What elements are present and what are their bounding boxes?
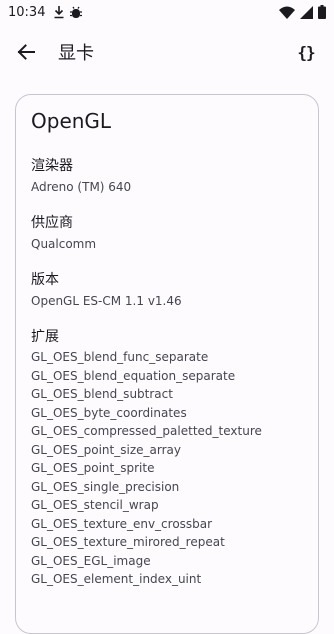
wifi-icon xyxy=(279,6,295,19)
version-section: 版本 OpenGL ES-CM 1.1 v1.46 xyxy=(31,269,303,308)
renderer-value: Adreno (TM) 640 xyxy=(31,180,132,194)
card-title: OpenGL xyxy=(31,109,112,133)
vendor-label: 供应商 xyxy=(31,215,73,231)
extension-item: GL_OES_point_size_array xyxy=(31,442,181,457)
top-app-bar: 显卡 {} xyxy=(0,24,334,80)
usb-debug-icon xyxy=(70,6,83,18)
extension-item: GL_OES_single_precision xyxy=(31,479,180,494)
extension-item: GL_OES_compressed_paletted_texture xyxy=(31,424,262,438)
extension-item: GL_OES_byte_coordinates xyxy=(31,405,187,420)
extension-item: GL_OES_blend_equation_separate xyxy=(31,368,236,383)
extensions-list: GL_OES_blend_func_separate GL_OES_blend_e… xyxy=(31,348,303,589)
extensions-label: 扩展 xyxy=(31,329,59,345)
arrow-back-icon xyxy=(17,44,35,60)
extension-item: GL_OES_stencil_wrap xyxy=(31,498,159,512)
status-left-icons xyxy=(53,5,83,19)
renderer-section: 渲染器 Adreno (TM) 640 xyxy=(31,155,303,194)
signal-icon xyxy=(300,5,313,19)
status-right-icons xyxy=(279,5,326,19)
opengl-card: OpenGL 渲染器 Adreno (TM) 640 供应商 Qualcomm … xyxy=(15,94,319,634)
vendor-value: Qualcomm xyxy=(31,237,97,251)
status-bar: 10:34 xyxy=(0,0,334,24)
version-value: OpenGL ES-CM 1.1 v1.46 xyxy=(31,294,182,308)
extension-item: GL_OES_texture_mirored_repeat xyxy=(31,535,225,549)
extension-item: GL_OES_element_index_uint xyxy=(31,572,202,586)
extension-item: GL_OES_point_sprite xyxy=(31,461,155,475)
extension-item: GL_OES_blend_subtract xyxy=(31,387,173,401)
json-braces-icon: {} xyxy=(297,42,315,62)
back-button[interactable] xyxy=(2,28,50,76)
extension-item: GL_OES_texture_env_crossbar xyxy=(31,516,213,531)
vendor-section: 供应商 Qualcomm xyxy=(31,212,303,251)
version-label: 版本 xyxy=(31,272,59,288)
page-title: 显卡 xyxy=(58,43,94,64)
renderer-label: 渲染器 xyxy=(31,158,73,174)
battery-icon xyxy=(318,5,326,19)
download-icon xyxy=(54,6,64,19)
extension-item: GL_OES_EGL_image xyxy=(31,553,151,568)
extension-item: GL_OES_blend_func_separate xyxy=(31,350,209,364)
view-json-button[interactable]: {} xyxy=(282,28,330,76)
status-time: 10:34 xyxy=(8,4,46,20)
extensions-section: 扩展 GL_OES_blend_func_separate GL_OES_blen… xyxy=(31,326,303,589)
